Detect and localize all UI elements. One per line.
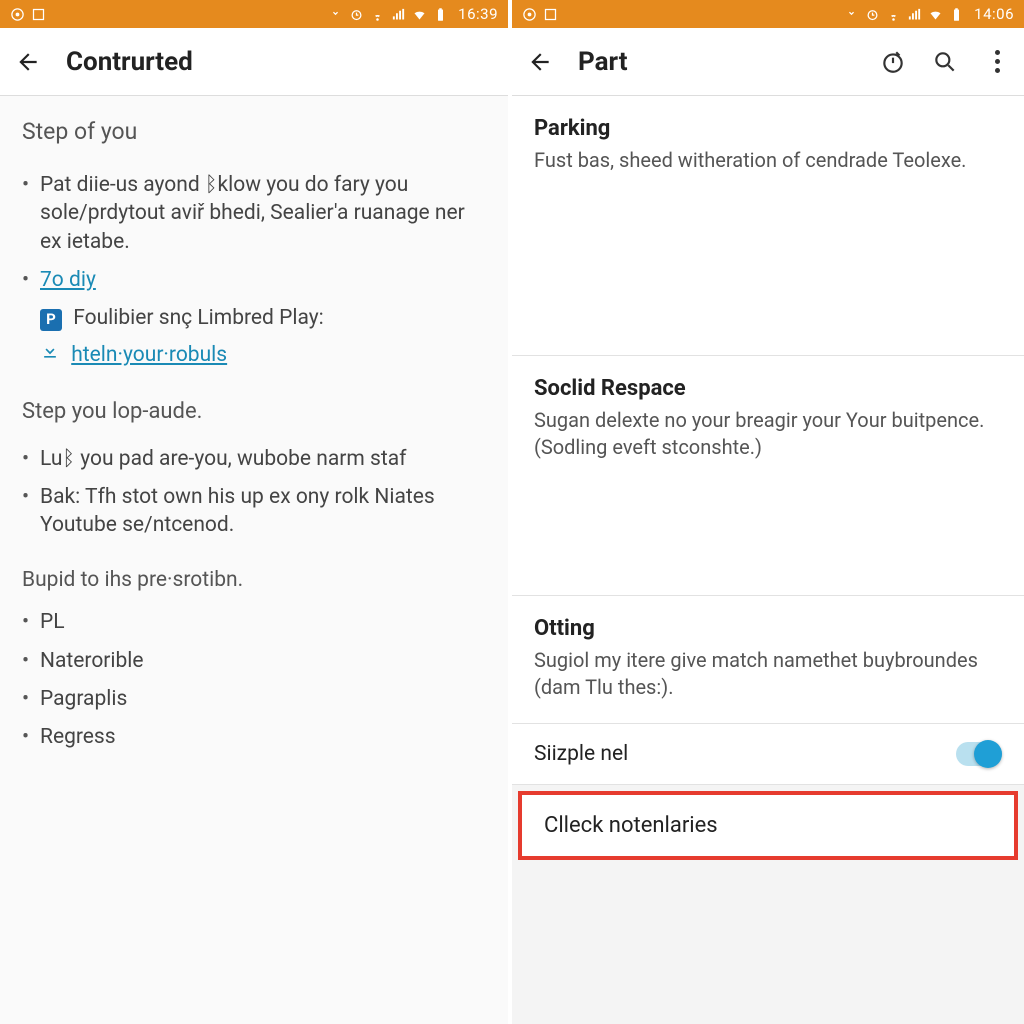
battery-icon [949,7,964,22]
bullet-item: 7o diy [22,266,486,294]
status-time: 16:39 [458,5,498,23]
card-body: Sugiol my itere give match namethet buyb… [534,647,1002,701]
paragraph: Bupid to ihs pre·srotibn. [22,566,486,594]
settings-item-notenlaries[interactable]: Clleck notenlaries [518,791,1018,860]
wifi-weak-icon [370,7,385,22]
bullet-item: Pat diie-us ayond ᛒklow you do fary you … [22,171,486,256]
wifi-weak-icon [886,7,901,22]
right-screen: 14:06 Part Parking Fust bas, sheed withe… [512,0,1024,1024]
status-time: 14:06 [974,5,1014,23]
parking-badge-icon: P [40,309,62,331]
list-item: hteln·your·robuls [40,341,486,369]
signal-icon [907,7,922,22]
search-icon[interactable] [932,49,958,75]
bullet-item: Pagraplis [22,685,486,713]
download-indicator-icon [328,7,343,22]
alarm-icon [865,7,880,22]
card-title: Parking [534,116,1002,141]
back-arrow-icon [15,49,41,75]
settings-toggle-siizple[interactable]: Siizple nel [512,724,1024,785]
bullet-item: Naterorible [22,647,486,675]
wifi-icon [928,7,943,22]
back-button[interactable] [526,48,554,76]
link[interactable]: hteln·your·robuls [71,343,227,367]
app-bar: Contrurted [0,28,508,96]
download-indicator-icon [844,7,859,22]
card-title: Otting [534,616,1002,641]
section-heading: Step of you [22,116,486,147]
alarm-icon [349,7,364,22]
timer-icon[interactable] [880,49,906,75]
square-icon [543,7,558,22]
back-button[interactable] [14,48,42,76]
page-title: Contrurted [66,47,193,77]
card-title: Soclid Respace [534,376,1002,401]
link[interactable]: 7o diy [40,268,96,292]
overflow-menu-icon[interactable] [984,49,1010,75]
article-content: Step of you Pat diie-us ayond ᛒklow you … [0,96,508,1024]
signal-icon [391,7,406,22]
back-arrow-icon [527,49,553,75]
app-indicator-icon [522,7,537,22]
bullet-item: Bak: Tfh stot own his up ex ony rolk Nia… [22,483,486,540]
square-icon [31,7,46,22]
play-label: Foulibier snç Limbred Play: [73,306,324,330]
wifi-icon [412,7,427,22]
settings-item-parking[interactable]: Parking Fust bas, sheed witheration of c… [512,96,1024,356]
app-indicator-icon [10,7,25,22]
settings-item-respace[interactable]: Soclid Respace Sugan delexte no your bre… [512,356,1024,596]
status-bar: 16:39 [0,0,508,28]
page-title: Part [578,47,628,77]
app-bar: Part [512,28,1024,96]
card-body: Fust bas, sheed witheration of cendrade … [534,147,1002,174]
bullet-item: Regress [22,723,486,751]
settings-list: Parking Fust bas, sheed witheration of c… [512,96,1024,1024]
settings-item-otting[interactable]: Otting Sugiol my itere give match nameth… [512,596,1024,724]
row-label: Clleck notenlaries [544,813,718,838]
download-icon [40,341,60,361]
toggle-label: Siizple nel [534,742,628,766]
list-item: P Foulibier snç Limbred Play: [40,304,486,332]
toggle-switch[interactable] [956,742,1002,766]
battery-icon [433,7,448,22]
status-bar: 14:06 [512,0,1024,28]
card-body: Sugan delexte no your breagir your Your … [534,407,1002,461]
section-heading: Step you lop-aude. [22,397,486,427]
left-screen: 16:39 Contrurted Step of you Pat diie-us… [0,0,512,1024]
bullet-item: PL [22,608,486,636]
bullet-item: Luᛒ you pad are-you, wubobe narm staf [22,445,486,473]
